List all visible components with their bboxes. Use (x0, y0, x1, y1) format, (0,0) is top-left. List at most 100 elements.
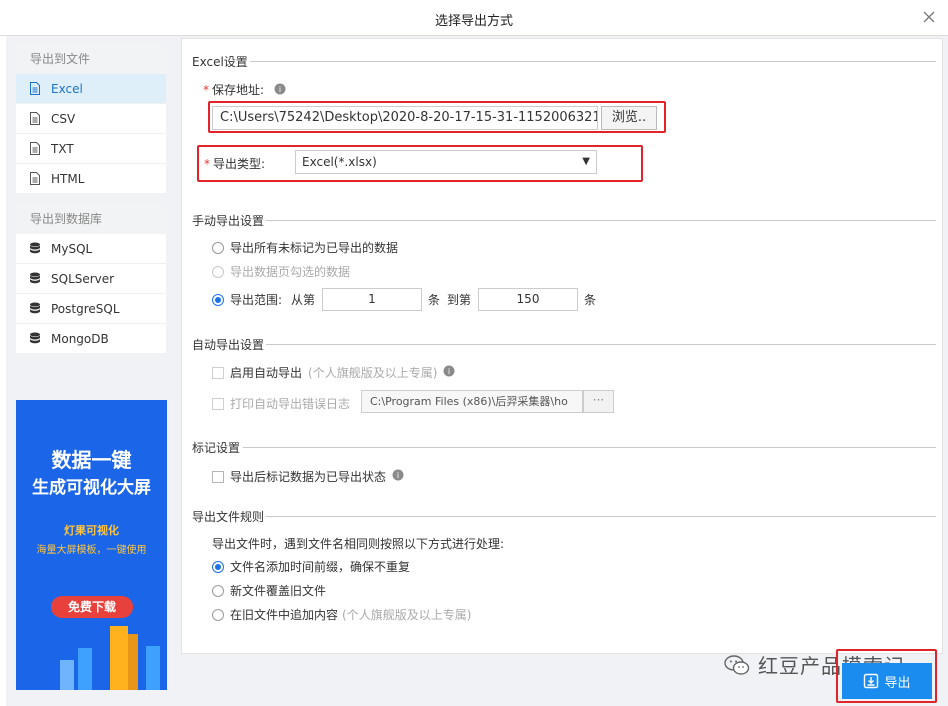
range-to-input[interactable]: 150 (478, 288, 578, 311)
checkbox[interactable] (212, 366, 224, 379)
sidebar-item-label: MySQL (51, 241, 93, 256)
sidebar-item-label: TXT (51, 141, 74, 156)
banner-download-button[interactable]: 免费下载 (51, 596, 133, 618)
banner-headline: 数据一键 (51, 448, 132, 472)
svg-text:i: i (448, 367, 450, 376)
window-edge (0, 36, 6, 706)
sidebar-item-label: MongoDB (51, 331, 109, 346)
sidebar-item-html[interactable]: HTML (16, 164, 166, 194)
help-icon[interactable]: i (392, 469, 404, 484)
browse-button[interactable]: 浏览.. (601, 106, 657, 130)
range-unit: 条 (584, 293, 597, 307)
sidebar-item-mysql[interactable]: MySQL (16, 234, 166, 264)
dialog-title: 选择导出方式 (434, 14, 513, 29)
svg-text:i: i (279, 85, 281, 94)
help-icon[interactable]: i (443, 365, 455, 380)
range-from-input[interactable]: 1 (322, 288, 422, 311)
file-rules-description: 导出文件时，遇到文件名相同则按照以下方式进行处理: (212, 537, 505, 551)
sidebar-item-label: HTML (51, 171, 85, 186)
radio-export-range[interactable]: 导出范围: (212, 291, 282, 308)
checkbox-label: 导出后标记数据为已导出状态 (230, 470, 387, 484)
required-marker: * (203, 83, 209, 97)
radio-label: 文件名添加时间前缀，确保不重复 (230, 560, 411, 574)
range-to-label: 到第 (447, 293, 472, 307)
sidebar-item-label: SQLServer (51, 271, 115, 286)
checkbox[interactable] (212, 470, 224, 483)
file-icon (28, 112, 42, 126)
checkbox-mark-exported[interactable]: 导出后标记数据为已导出状态 i (212, 468, 404, 485)
banner-brand: 灯果可视化 (64, 524, 119, 537)
required-marker: * (204, 157, 210, 171)
checkbox[interactable] (212, 397, 224, 410)
sidebar-item-label: PostgreSQL (51, 301, 120, 316)
svg-text:i: i (397, 471, 399, 480)
dropdown-arrow-icon: ▼ (582, 156, 590, 167)
banner-tagline: 海量大屏模板，一键使用 (36, 545, 147, 556)
bar-chart-illustration (60, 626, 160, 690)
export-type-select[interactable]: Excel(*.xlsx) ▼ (295, 150, 597, 174)
radio-label: 在旧文件中追加内容 (230, 608, 339, 622)
radio-button[interactable] (212, 293, 224, 306)
radio-button[interactable] (212, 584, 224, 597)
section-title-manual: 手动导出设置 (192, 214, 265, 228)
sidebar-item-mongodb[interactable]: MongoDB (16, 324, 166, 354)
sidebar-item-label: CSV (51, 111, 76, 126)
database-icon (28, 302, 42, 316)
export-button[interactable]: 导出 (842, 663, 932, 699)
banner-headline-2: 生成可视化大屏 (32, 478, 151, 498)
promo-banner[interactable]: 数据一键 生成可视化大屏 灯果可视化 海量大屏模板，一键使用 免费下载 (16, 400, 167, 690)
radio-button[interactable] (212, 241, 224, 254)
radio-add-timestamp[interactable]: 文件名添加时间前缀，确保不重复 (212, 558, 410, 575)
database-icon (28, 242, 42, 256)
database-icon (28, 332, 42, 346)
radio-button[interactable] (212, 560, 224, 573)
export-icon (863, 673, 879, 689)
file-export-group: 导出到文件 Excel CSV TXT HTML (16, 44, 166, 194)
radio-label: 导出范围: (230, 293, 283, 307)
premium-note: (个人旗舰版及以上专属) (308, 366, 438, 380)
database-icon (28, 272, 42, 286)
file-icon (28, 172, 42, 186)
radio-label: 导出数据页勾选的数据 (230, 265, 351, 279)
radio-overwrite[interactable]: 新文件覆盖旧文件 (212, 582, 326, 599)
checkbox-enable-auto-export[interactable]: 启用自动导出 (个人旗舰版及以上专属) i (212, 364, 455, 381)
title-bar: 选择导出方式 (0, 0, 948, 36)
section-divider (266, 344, 936, 345)
sidebar-item-txt[interactable]: TXT (16, 134, 166, 164)
radio-button[interactable] (212, 265, 224, 278)
help-icon[interactable]: i (274, 83, 286, 98)
section-divider (266, 220, 936, 221)
sidebar-item-label: Excel (51, 81, 83, 96)
log-browse-button[interactable]: ··· (583, 390, 614, 413)
sidebar-item-csv[interactable]: CSV (16, 104, 166, 134)
export-button-label: 导出 (884, 675, 911, 691)
section-title-excel: Excel设置 (192, 55, 248, 69)
radio-export-unmarked[interactable]: 导出所有未标记为已导出的数据 (212, 239, 398, 256)
section-title-file-rules: 导出文件规则 (192, 510, 265, 524)
save-path-input[interactable]: C:\Users\75242\Desktop\2020-8-20-17-15-3… (212, 106, 598, 130)
radio-label: 导出所有未标记为已导出的数据 (230, 241, 399, 255)
range-from-label: 从第 (291, 293, 316, 307)
radio-append[interactable]: 在旧文件中追加内容 (个人旗舰版及以上专属) (212, 606, 471, 623)
section-title-auto: 自动导出设置 (192, 338, 265, 352)
db-export-group: 导出到数据库 MySQL SQLServer PostgreSQL MongoD… (16, 204, 166, 354)
checkbox-print-error-log[interactable]: 打印自动导出错误日志 (212, 395, 350, 412)
sidebar-item-sqlserver[interactable]: SQLServer (16, 264, 166, 294)
checkbox-label: 打印自动导出错误日志 (230, 397, 351, 411)
radio-export-checked[interactable]: 导出数据页勾选的数据 (212, 263, 350, 280)
export-type-label: * 导出类型: (204, 155, 265, 172)
export-target-sidebar: 导出到文件 Excel CSV TXT HTML 导出到数据库 MySQL SQ… (16, 44, 166, 364)
save-path-label: * 保存地址: i (203, 81, 286, 98)
radio-button[interactable] (212, 608, 224, 621)
close-icon[interactable] (918, 6, 940, 28)
wechat-icon (724, 654, 750, 676)
export-type-label-text: 导出类型: (213, 157, 266, 171)
export-type-value: Excel(*.xlsx) (302, 155, 377, 169)
db-group-header: 导出到数据库 (16, 204, 166, 234)
log-path-input[interactable]: C:\Program Files (x86)\后羿采集器\ho (361, 390, 583, 413)
file-icon (28, 142, 42, 156)
sidebar-item-excel[interactable]: Excel (16, 74, 166, 104)
sidebar-item-postgresql[interactable]: PostgreSQL (16, 294, 166, 324)
file-group-header: 导出到文件 (16, 44, 166, 74)
premium-note: (个人旗舰版及以上专属) (342, 608, 472, 622)
